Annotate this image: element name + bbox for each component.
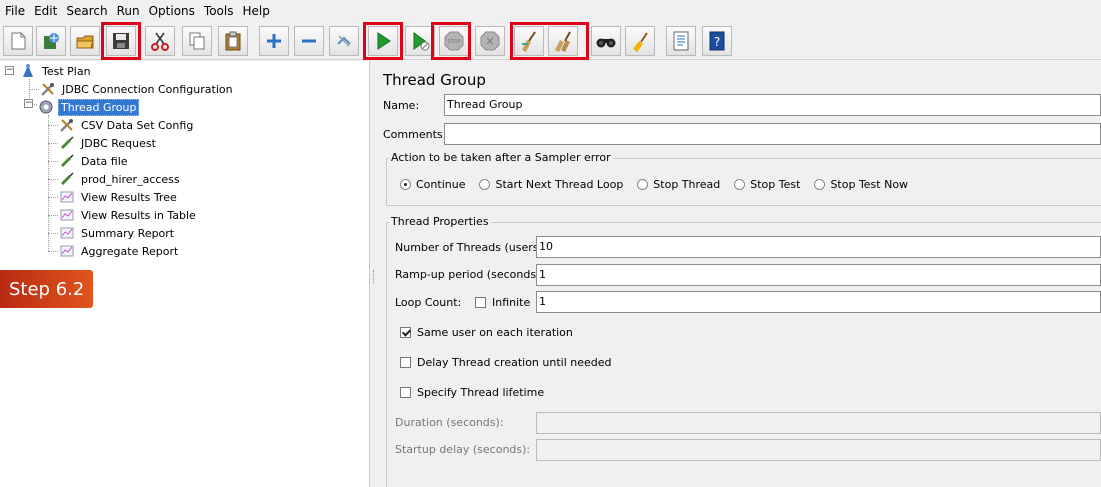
thread-group-panel: Thread Group Name: Thread Group Comments… bbox=[378, 61, 1101, 487]
radio-stop-test-now[interactable]: Stop Test Now bbox=[814, 178, 908, 191]
help-button[interactable]: ? bbox=[702, 26, 732, 56]
tree-item-view-results-in-table[interactable]: View Results in Table bbox=[58, 206, 198, 224]
sampler-icon bbox=[58, 170, 76, 188]
startup-delay-input[interactable] bbox=[536, 439, 1101, 461]
collapse-icon bbox=[302, 39, 316, 43]
test-plan-expander[interactable]: − bbox=[5, 66, 14, 75]
paste-icon bbox=[225, 31, 241, 51]
new-button[interactable] bbox=[3, 26, 33, 56]
templates-icon bbox=[44, 33, 59, 49]
function-helper-button[interactable] bbox=[666, 26, 696, 56]
radio-start-next-thread-loop[interactable]: Start Next Thread Loop bbox=[479, 178, 623, 191]
name-input[interactable]: Thread Group bbox=[444, 94, 1101, 116]
sampler-icon bbox=[58, 134, 76, 152]
tree-item-view-results-tree[interactable]: View Results Tree bbox=[58, 188, 179, 206]
menu-file[interactable]: File bbox=[4, 4, 32, 18]
reset-search-icon bbox=[633, 32, 648, 52]
comments-input[interactable] bbox=[444, 123, 1101, 145]
stop-highlight bbox=[431, 22, 471, 60]
sampler-icon bbox=[58, 152, 76, 170]
name-label: Name: bbox=[383, 99, 420, 112]
loop-count-label: Loop Count: bbox=[395, 296, 462, 309]
same-user-checkbox[interactable]: Same user on each iteration bbox=[400, 326, 573, 339]
start-highlight bbox=[363, 22, 403, 60]
copy-icon bbox=[189, 32, 205, 50]
infinite-checkbox[interactable]: Infinite bbox=[475, 296, 530, 309]
expand-icon bbox=[267, 34, 281, 48]
tree-item-aggregate-report[interactable]: Aggregate Report bbox=[58, 242, 180, 260]
menu-options[interactable]: Options bbox=[147, 4, 202, 18]
paste-button[interactable] bbox=[218, 26, 248, 56]
cut-button[interactable] bbox=[145, 26, 175, 56]
tree-item-jdbc-request[interactable]: JDBC Request bbox=[58, 134, 158, 152]
menu-help[interactable]: Help bbox=[240, 4, 276, 18]
tree-item-data-file[interactable]: Data file bbox=[58, 152, 130, 170]
svg-text:?: ? bbox=[714, 35, 720, 49]
templates-button[interactable] bbox=[36, 26, 66, 56]
listener-icon bbox=[58, 224, 76, 242]
listener-icon bbox=[58, 206, 76, 224]
radio-stop-test[interactable]: Stop Test bbox=[734, 178, 800, 191]
threads-label: Number of Threads (users): bbox=[395, 241, 547, 254]
menu-tools[interactable]: Tools bbox=[202, 4, 241, 18]
toggle-icon bbox=[337, 35, 351, 47]
config-element-icon bbox=[58, 116, 76, 134]
save-highlight bbox=[101, 22, 141, 60]
tree-item-prod-hirer-access[interactable]: prod_hirer_access bbox=[58, 170, 182, 188]
tree-item-jdbc-connection-config[interactable]: JDBC Connection Configuration bbox=[39, 80, 235, 98]
search-button[interactable] bbox=[591, 26, 621, 56]
shutdown-icon bbox=[480, 31, 500, 51]
delay-thread-creation-checkbox[interactable]: Delay Thread creation until needed bbox=[400, 356, 612, 369]
menu-search[interactable]: Search bbox=[64, 4, 114, 18]
duration-label: Duration (seconds): bbox=[395, 416, 504, 429]
sampler-error-legend: Action to be taken after a Sampler error bbox=[389, 151, 613, 164]
open-icon bbox=[76, 35, 94, 49]
radio-stop-thread[interactable]: Stop Thread bbox=[637, 178, 720, 191]
open-button[interactable] bbox=[70, 26, 100, 56]
thread-properties-legend: Thread Properties bbox=[389, 215, 491, 228]
expand-button[interactable] bbox=[259, 26, 289, 56]
sampler-error-options: Continue Start Next Thread Loop Stop Thr… bbox=[400, 178, 922, 191]
shutdown-button[interactable] bbox=[475, 26, 505, 56]
thread-group-expander[interactable]: − bbox=[24, 99, 33, 108]
toggle-button[interactable] bbox=[329, 26, 359, 56]
help-icon: ? bbox=[709, 31, 725, 51]
rampup-input[interactable]: 1 bbox=[536, 264, 1101, 286]
radio-continue[interactable]: Continue bbox=[400, 178, 465, 191]
toolbar: STOP ? bbox=[0, 22, 1101, 60]
menu-bar: File Edit Search Run Options Tools Help bbox=[0, 0, 1101, 22]
search-icon bbox=[596, 38, 616, 48]
function-helper-icon bbox=[673, 31, 689, 51]
reset-search-button[interactable] bbox=[625, 26, 655, 56]
cut-icon bbox=[151, 32, 169, 51]
start-no-pause-icon bbox=[413, 32, 430, 51]
threads-input[interactable]: 10 bbox=[536, 236, 1101, 258]
startup-delay-label: Startup delay (seconds): bbox=[395, 443, 531, 456]
loop-count-input[interactable]: 1 bbox=[536, 291, 1101, 313]
copy-button[interactable] bbox=[182, 26, 212, 56]
comments-label: Comments: bbox=[383, 128, 447, 141]
step-badge: Step 6.2 bbox=[0, 270, 93, 308]
config-element-icon bbox=[39, 80, 57, 98]
collapse-button[interactable] bbox=[294, 26, 324, 56]
tree-item-thread-group[interactable]: Thread Group bbox=[37, 98, 140, 116]
tree-item-summary-report[interactable]: Summary Report bbox=[58, 224, 176, 242]
test-plan-icon bbox=[19, 62, 37, 80]
new-icon bbox=[11, 32, 26, 50]
tree-item-test-plan[interactable]: Test Plan bbox=[19, 62, 93, 80]
menu-run[interactable]: Run bbox=[115, 4, 147, 18]
listener-icon bbox=[58, 188, 76, 206]
duration-input[interactable] bbox=[536, 412, 1101, 434]
listener-icon bbox=[58, 242, 76, 260]
menu-edit[interactable]: Edit bbox=[32, 4, 64, 18]
clear-highlight bbox=[510, 22, 589, 60]
gear-icon bbox=[37, 98, 55, 116]
rampup-label: Ramp-up period (seconds): bbox=[395, 268, 545, 281]
tree-item-csv-data-set-config[interactable]: CSV Data Set Config bbox=[58, 116, 195, 134]
page-title: Thread Group bbox=[383, 71, 486, 89]
specify-thread-lifetime-checkbox[interactable]: Specify Thread lifetime bbox=[400, 386, 544, 399]
